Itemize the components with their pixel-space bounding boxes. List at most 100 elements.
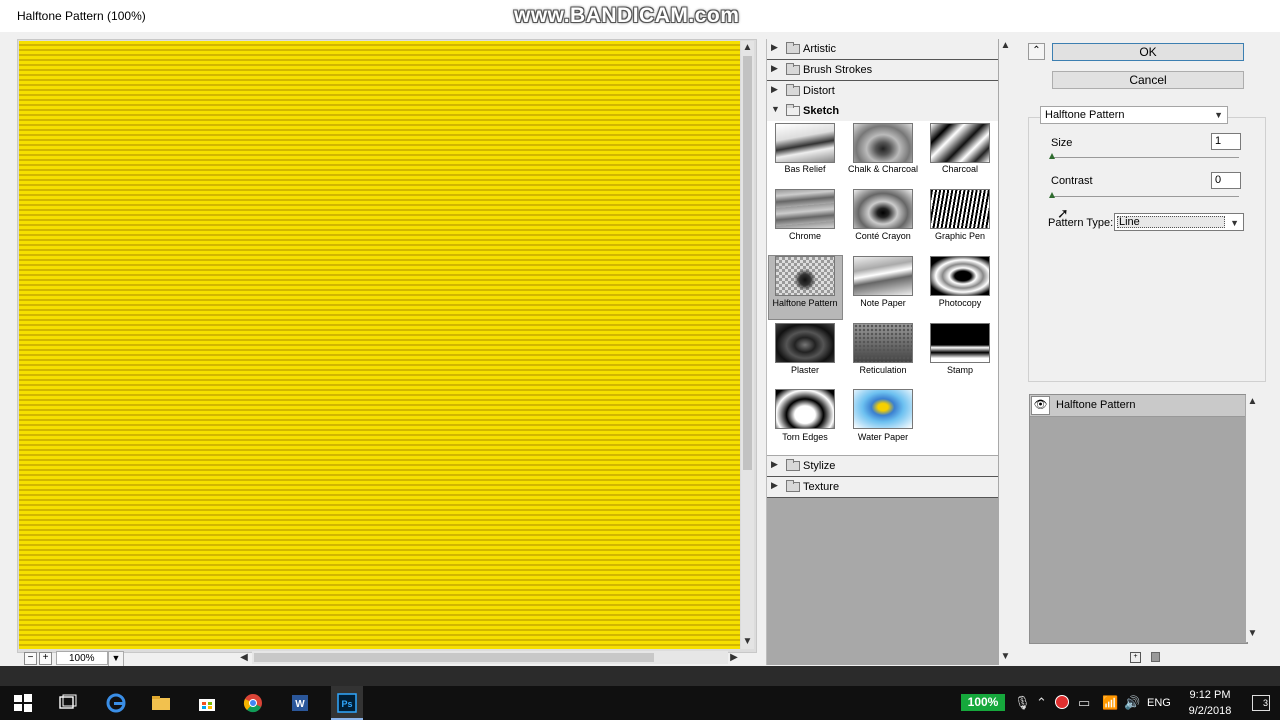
filter-thumb-note-paper[interactable] — [853, 256, 913, 296]
scroll-down-icon[interactable]: ▼ — [741, 636, 754, 648]
filter-thumb-stamp[interactable] — [930, 323, 990, 363]
filter-thumb-halftone-pattern[interactable] — [775, 256, 835, 296]
folder-icon — [786, 42, 800, 54]
effect-layers-panel — [1029, 394, 1248, 644]
speaker-icon[interactable]: 🔊 — [1124, 695, 1140, 711]
visibility-eye-icon[interactable]: 👁 — [1031, 396, 1050, 415]
category-label: Brush Strokes — [803, 64, 873, 76]
scroll-down-icon[interactable]: ▼ — [1246, 628, 1259, 640]
filter-thumb-chrome[interactable] — [775, 189, 835, 229]
background-app-strip — [0, 666, 1280, 686]
expand-arrow-icon: ▶ — [771, 480, 778, 490]
scroll-up-icon[interactable]: ▲ — [741, 42, 754, 54]
gallery-vertical-scrollbar[interactable] — [999, 39, 1012, 665]
filter-label: Photocopy — [938, 298, 982, 308]
filter-label: Reticulation — [859, 365, 907, 375]
chrome-icon[interactable] — [243, 693, 263, 713]
filter-select-value: Halftone Pattern — [1045, 109, 1125, 121]
contrast-field[interactable]: 0 — [1211, 172, 1241, 189]
filter-thumb-graphic-pen[interactable] — [930, 189, 990, 229]
expand-arrow-icon: ▶ — [771, 63, 778, 73]
zoom-level-field[interactable]: 100% — [56, 651, 108, 665]
chevron-up-icon[interactable]: ⌃ — [1036, 695, 1047, 711]
file-explorer-icon[interactable] — [151, 693, 171, 713]
layers-vertical-scrollbar[interactable] — [1246, 394, 1259, 642]
new-effect-layer-icon[interactable]: + — [1130, 652, 1141, 663]
filter-thumb-plaster[interactable] — [775, 323, 835, 363]
size-slider-handle[interactable] — [1049, 153, 1055, 159]
chevron-down-icon[interactable]: ▼ — [108, 651, 124, 667]
pattern-type-select[interactable]: Line ▼ — [1114, 213, 1244, 231]
contrast-slider-handle[interactable] — [1049, 192, 1055, 198]
ok-button[interactable]: OK — [1052, 43, 1244, 61]
filter-thumb-photocopy[interactable] — [930, 256, 990, 296]
word-icon[interactable]: W — [290, 693, 310, 713]
category-texture[interactable]: ▶ Texture — [767, 477, 998, 498]
filter-label: Bas Relief — [784, 164, 826, 174]
filter-label: Plaster — [790, 365, 819, 375]
size-field[interactable]: 1 — [1211, 133, 1241, 150]
expand-arrow-icon: ▶ — [771, 42, 778, 52]
category-label: Texture — [803, 481, 840, 493]
filter-thumb-chalk-charcoal[interactable] — [853, 123, 913, 163]
cancel-button[interactable]: Cancel — [1052, 71, 1244, 89]
edge-browser-icon[interactable] — [106, 693, 126, 713]
preview-horizontal-scroll-thumb[interactable] — [254, 653, 654, 662]
record-icon[interactable] — [1055, 695, 1069, 712]
photoshop-icon[interactable]: Ps — [337, 693, 357, 713]
filter-thumb-bas-relief[interactable] — [775, 123, 835, 163]
svg-text:Ps: Ps — [341, 699, 352, 709]
clock-time[interactable]: 9:12 PM — [1186, 689, 1234, 701]
task-view-icon[interactable] — [58, 693, 78, 713]
collapse-gallery-icon[interactable]: ⌃ — [1028, 43, 1045, 60]
filter-label: Torn Edges — [782, 432, 828, 442]
zoom-out-button[interactable]: − — [24, 652, 37, 665]
notification-center-icon[interactable]: 3 — [1252, 695, 1270, 711]
size-slider-track[interactable] — [1051, 157, 1239, 158]
expand-arrow-icon: ▶ — [771, 84, 778, 94]
network-icon[interactable]: 📶 — [1102, 695, 1118, 711]
chevron-down-icon: ▼ — [1230, 218, 1239, 228]
svg-text:W: W — [295, 699, 305, 710]
category-stylize[interactable]: ▶ Stylize — [767, 456, 998, 477]
zoom-in-button[interactable]: + — [39, 652, 52, 665]
contrast-slider-track[interactable] — [1051, 196, 1239, 197]
filter-thumb-conte-crayon[interactable] — [853, 189, 913, 229]
scroll-down-icon[interactable]: ▼ — [999, 651, 1012, 663]
filter-label: Halftone Pattern — [772, 298, 838, 308]
battery-badge[interactable]: 100% — [961, 694, 1005, 711]
clock-date[interactable]: 9/2/2018 — [1186, 705, 1234, 717]
filter-label: Stamp — [946, 365, 973, 375]
category-distort[interactable]: ▶ Distort — [767, 81, 998, 102]
battery-icon[interactable]: ▭ — [1078, 695, 1090, 711]
scroll-right-icon[interactable]: ▶ — [728, 652, 740, 664]
scroll-left-icon[interactable]: ◀ — [238, 652, 250, 664]
store-icon[interactable] — [197, 693, 217, 713]
filter-thumb-reticulation[interactable] — [853, 323, 913, 363]
size-label: Size — [1051, 137, 1073, 149]
category-sketch[interactable]: ▼ Sketch — [767, 101, 998, 122]
windows-start-icon[interactable] — [13, 693, 33, 713]
filter-label: Charcoal — [941, 164, 979, 174]
category-label: Sketch — [803, 105, 840, 117]
scroll-up-icon[interactable]: ▲ — [1246, 396, 1259, 408]
microphone-icon[interactable]: 🎙 — [1014, 695, 1031, 711]
scroll-up-icon[interactable]: ▲ — [999, 40, 1012, 52]
window-title: Halftone Pattern (100%) — [17, 9, 146, 23]
filter-thumb-charcoal[interactable] — [930, 123, 990, 163]
mouse-cursor-icon: ➚ — [1057, 205, 1069, 221]
filter-label: Graphic Pen — [934, 231, 986, 241]
category-brush-strokes[interactable]: ▶ Brush Strokes — [767, 60, 998, 81]
preview-canvas[interactable] — [19, 41, 740, 649]
folder-icon — [786, 63, 800, 75]
trash-icon[interactable] — [1151, 652, 1160, 662]
input-language[interactable]: ENG — [1147, 697, 1171, 709]
filter-thumb-torn-edges[interactable] — [775, 389, 835, 429]
folder-icon — [786, 459, 800, 471]
filter-select[interactable]: Halftone Pattern ▼ — [1040, 106, 1228, 124]
preview-vertical-scroll-thumb[interactable] — [743, 56, 752, 470]
filter-thumb-water-paper[interactable] — [853, 389, 913, 429]
category-artistic[interactable]: ▶ Artistic — [767, 39, 998, 60]
category-label: Distort — [803, 85, 835, 97]
open-folder-icon — [786, 104, 800, 116]
